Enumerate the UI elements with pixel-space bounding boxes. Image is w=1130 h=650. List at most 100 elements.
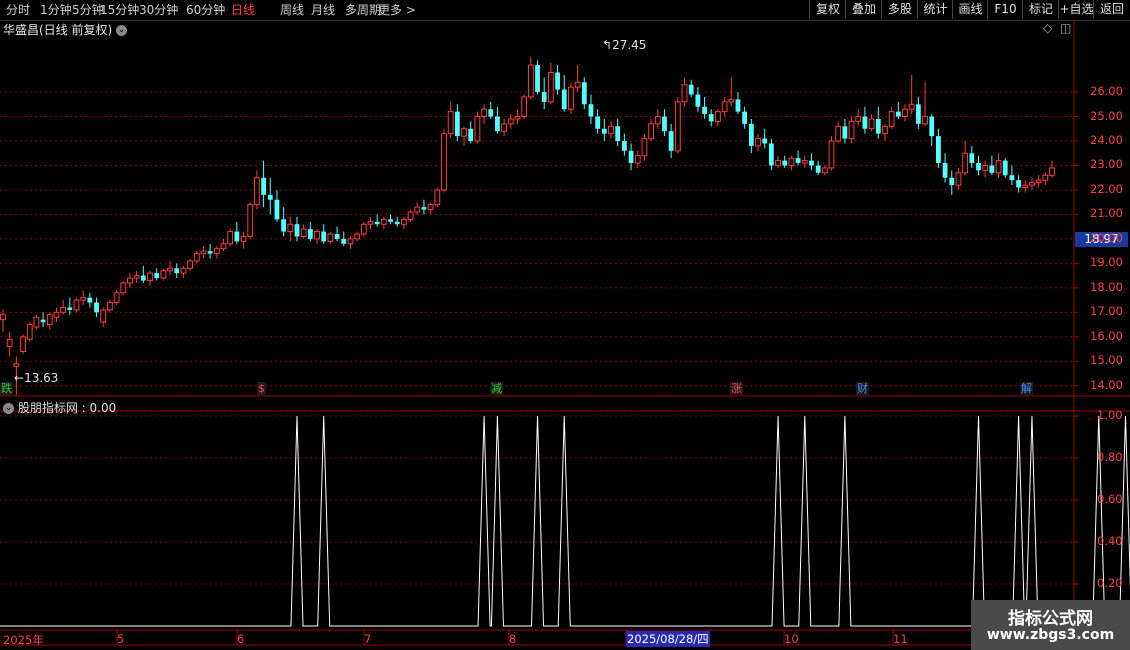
candle (394, 216, 400, 227)
candle (942, 153, 948, 183)
candle-body (227, 231, 234, 245)
candle (1049, 160, 1055, 178)
candle-body (969, 153, 975, 164)
candle (568, 82, 574, 115)
candle (535, 60, 540, 95)
candle-body (334, 234, 340, 239)
candle-body (0, 314, 6, 321)
indicator-title: ⌄ 股朋指标网 : 0.00 (3, 399, 116, 416)
candle-body (715, 111, 721, 122)
candle-body (40, 319, 46, 323)
candle-body (394, 221, 400, 225)
period-tab-3[interactable]: 15分钟 (100, 2, 139, 18)
candle-body (267, 194, 273, 200)
candle-body (695, 94, 701, 107)
toolbar-button-5[interactable]: F10 (987, 0, 1023, 19)
candle-body (127, 277, 133, 284)
candle (154, 268, 160, 281)
toolbar-button-2[interactable]: 多股 (881, 0, 918, 19)
candle-body (140, 275, 146, 281)
candle (615, 118, 621, 146)
candle (193, 251, 200, 264)
diamond-icon[interactable]: ◇ (1043, 21, 1052, 35)
period-tab-4[interactable]: 30分钟 (139, 2, 178, 18)
panel-toggle-icon[interactable]: ◫ (1060, 21, 1071, 35)
candle-body (908, 103, 915, 110)
candle-body (174, 268, 180, 274)
candle-body (60, 306, 67, 313)
candle-body (615, 126, 621, 142)
candle-body (955, 172, 962, 186)
candle-body (407, 211, 414, 220)
toolbar-button-3[interactable]: 统计 (917, 0, 953, 19)
candle-body (674, 101, 681, 152)
candle (307, 221, 313, 242)
toolbar-button-0[interactable]: 复权 (809, 0, 846, 19)
candle (53, 307, 60, 323)
candle (0, 309, 6, 332)
candle-body (427, 204, 434, 211)
candle-body (374, 221, 380, 225)
toolbar-button-8[interactable]: 返回 (1093, 0, 1130, 19)
candle (668, 123, 674, 159)
candle-body (795, 158, 801, 164)
candle (461, 126, 467, 146)
event-tag-2[interactable]: 减 (490, 382, 503, 395)
candle (33, 314, 40, 330)
event-tag-0[interactable]: 跌 (0, 382, 13, 395)
candle (314, 229, 320, 244)
event-tag-5[interactable]: 解 (1020, 382, 1033, 395)
period-tab-6[interactable]: 日线 (231, 2, 255, 18)
candle-body (721, 101, 728, 113)
toolbar-button-7[interactable]: +自选 (1058, 0, 1094, 19)
period-tab-1[interactable]: 1分钟 (40, 2, 72, 18)
candle-body (488, 109, 494, 117)
candle-body (154, 273, 160, 279)
price-tick-label: 23.00 (1090, 157, 1123, 172)
candle (106, 300, 113, 313)
period-tab-10[interactable]: 更多 > (378, 2, 416, 18)
candle (936, 128, 941, 168)
candle-body (868, 118, 875, 130)
watermark-url: www.zbgs3.com (986, 627, 1115, 643)
candle (200, 246, 207, 259)
period-tab-0[interactable]: 分时 (6, 2, 30, 18)
event-tag-1[interactable]: $ (257, 382, 266, 395)
candle-body (213, 248, 220, 255)
candle (855, 109, 862, 127)
toolbar-button-4[interactable]: 画线 (952, 0, 988, 19)
candle (60, 300, 67, 315)
candle (367, 216, 374, 230)
period-tab-8[interactable]: 月线 (311, 2, 335, 18)
candle (495, 106, 500, 134)
period-tab-7[interactable]: 周线 (280, 2, 304, 18)
candle-body (1002, 160, 1008, 176)
candle (300, 224, 307, 239)
candle-body (995, 160, 1002, 174)
chevron-down-icon[interactable]: ⌄ (116, 25, 128, 36)
indicator-tick-label: 0.80 (1097, 450, 1123, 464)
low-price-value: 13.63 (24, 371, 59, 385)
toolbar-button-6[interactable]: 标记 (1022, 0, 1059, 19)
chevron-down-icon[interactable]: ⌄ (3, 403, 14, 414)
candle-body (354, 233, 361, 240)
candle-body (1049, 167, 1055, 176)
period-tab-9[interactable]: 多周期 (345, 2, 381, 18)
date-axis-label: 11 (893, 632, 908, 646)
candle (501, 118, 508, 137)
toolbar-button-1[interactable]: 叠加 (845, 0, 882, 19)
kline-chart-area[interactable] (0, 20, 1130, 650)
indicator-signal-line (0, 415, 1130, 627)
candle (374, 214, 380, 227)
candle (768, 138, 774, 171)
candle-body (568, 86, 574, 110)
candle (788, 155, 795, 171)
candle (40, 312, 46, 328)
event-tag-3[interactable]: 涨 (730, 382, 743, 395)
candle-body (662, 116, 667, 132)
candle (407, 209, 414, 222)
candle (654, 109, 661, 129)
period-tab-2[interactable]: 5分钟 (72, 2, 104, 18)
event-tag-4[interactable]: 财 (856, 382, 869, 395)
period-tab-5[interactable]: 60分钟 (186, 2, 225, 18)
